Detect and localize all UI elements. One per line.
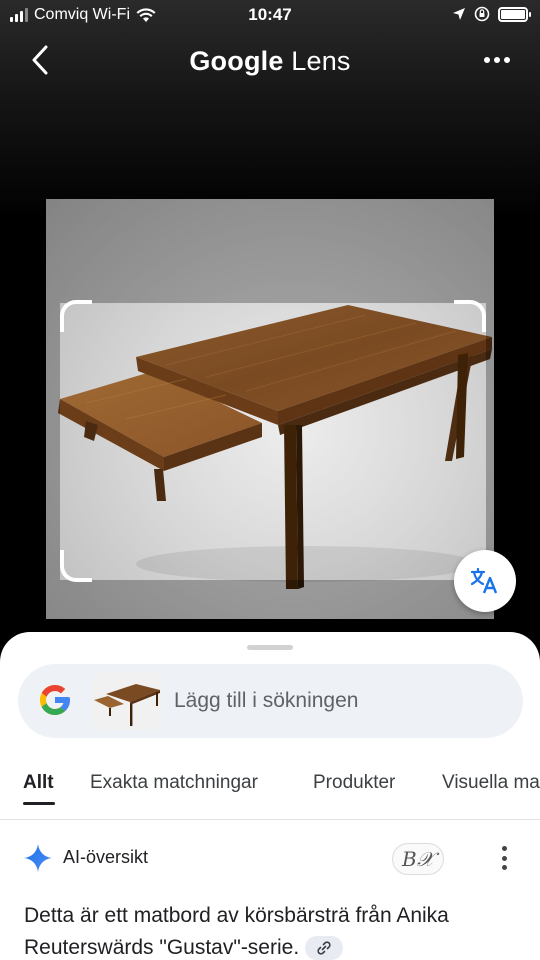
ai-overview-text: Detta är ett matbord av körsbärsträ från…	[24, 900, 524, 960]
ai-overview-label: AI-översikt	[63, 847, 149, 867]
status-bar: Comviq Wi-Fi 10:47	[0, 0, 540, 32]
dot-icon	[494, 57, 500, 63]
translate-icon	[470, 567, 498, 594]
table-thumbnail-image	[94, 684, 160, 726]
tab-visual-matches[interactable]: Visuella matchningar	[442, 772, 540, 794]
translate-button[interactable]	[454, 550, 516, 612]
query-thumbnail[interactable]	[92, 672, 162, 730]
search-input[interactable]: Lägg till i sökningen	[174, 689, 358, 713]
header-background	[0, 0, 540, 220]
crop-handle-bottom-left[interactable]	[60, 550, 92, 582]
tab-products[interactable]: Produkter	[313, 772, 395, 794]
tab-all[interactable]: Allt	[23, 772, 54, 794]
page-title: Google Lens	[0, 46, 540, 77]
dot-icon	[504, 57, 510, 63]
dot-icon	[484, 57, 490, 63]
title-brand: Google	[189, 46, 284, 76]
ai-overview-answer: Detta är ett matbord av körsbärsträ från…	[24, 904, 449, 959]
crop-overlay	[46, 303, 60, 580]
crop-handle-top-left[interactable]	[60, 300, 92, 332]
ai-overview-header: AI-översikt B𝒳	[0, 840, 540, 880]
captured-photo[interactable]	[46, 199, 494, 619]
source-link-chip[interactable]	[305, 936, 344, 960]
orientation-lock-icon	[474, 6, 490, 22]
dot-icon	[501, 865, 507, 870]
crop-handle-top-right[interactable]	[454, 300, 486, 332]
link-icon	[317, 941, 331, 955]
sparkle-icon	[24, 844, 52, 872]
location-arrow-icon	[453, 8, 465, 20]
result-tabs: Allt Exakta matchningar Produkter Visuel…	[0, 770, 540, 810]
battery-icon	[498, 6, 531, 22]
crop-overlay	[486, 303, 494, 580]
source-favicon-badge[interactable]: B𝒳	[392, 843, 444, 875]
title-product: Lens	[291, 46, 351, 76]
ai-overview-menu-button[interactable]	[496, 846, 512, 870]
divider	[0, 819, 540, 820]
active-tab-indicator	[23, 802, 55, 805]
results-sheet: Lägg till i sökningen Allt Exakta matchn…	[0, 632, 540, 960]
crop-overlay	[46, 580, 494, 619]
status-right	[452, 6, 531, 22]
google-g-icon	[40, 685, 70, 715]
dot-icon	[501, 855, 507, 861]
more-options-button[interactable]	[484, 52, 514, 68]
search-bar[interactable]: Lägg till i sökningen	[18, 664, 523, 738]
tab-exact-matches[interactable]: Exakta matchningar	[90, 772, 258, 794]
crop-overlay	[46, 199, 494, 303]
dot-icon	[501, 846, 507, 851]
drag-handle[interactable]	[247, 645, 293, 650]
